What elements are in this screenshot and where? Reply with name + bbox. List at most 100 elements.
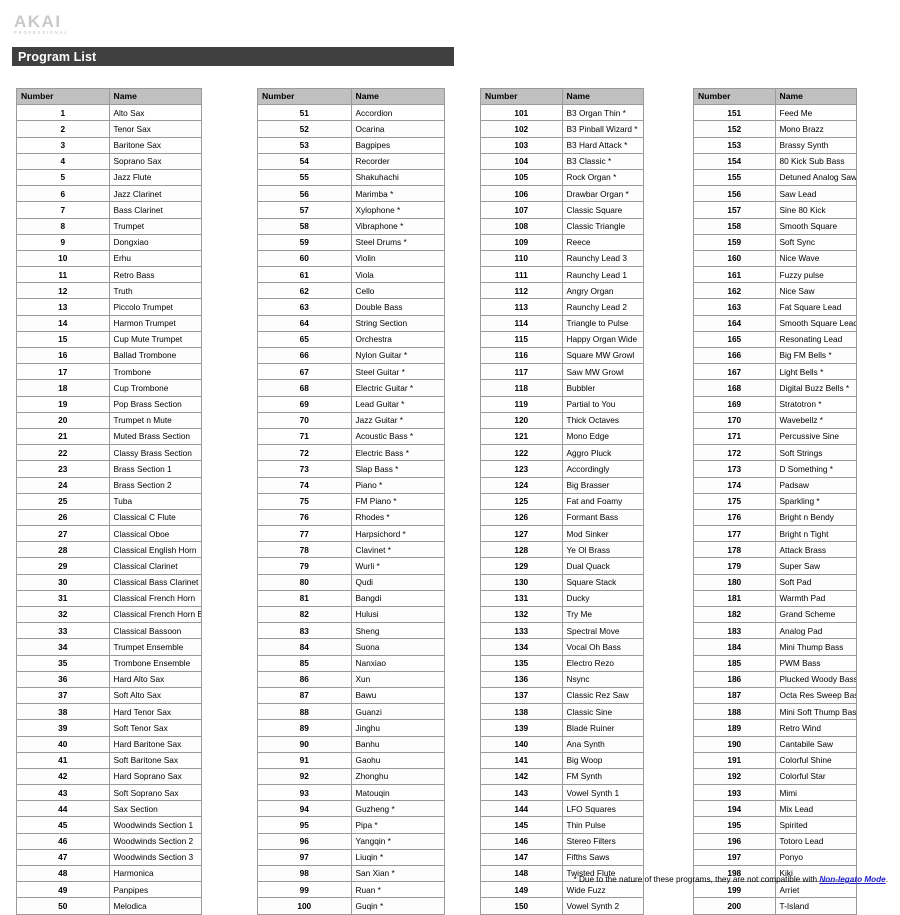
- program-number: 155: [693, 168, 776, 187]
- table-row: 22 Classy Brass Section: [16, 444, 202, 462]
- program-number: 133: [480, 622, 563, 640]
- table-row: 54 Recorder: [257, 152, 445, 170]
- table-body: 51 Accordion 52 Ocarina 53 Bagpipes 54 Recorder…: [257, 104, 445, 915]
- program-name: LFO Squares: [561, 800, 644, 818]
- program-name: Recorder: [350, 152, 445, 170]
- program-name: Guqin *: [350, 897, 445, 915]
- table-row: 19 Pop Brass Section: [16, 395, 202, 413]
- program-number: 100: [257, 897, 352, 915]
- table-row: 51 Accordion: [257, 104, 445, 122]
- program-number: 123: [480, 460, 563, 478]
- table-row: 165 Resonating Lead: [693, 330, 857, 349]
- program-number: 131: [480, 589, 563, 608]
- table-row: 136 Nsync: [480, 670, 644, 688]
- table-row: 11 Retro Bass: [16, 266, 202, 284]
- program-name: FM Synth: [561, 767, 644, 786]
- program-number: 102: [480, 120, 563, 138]
- non-legato-mode-link[interactable]: Non-legato Mode: [819, 875, 885, 884]
- program-name: Big Brasser: [561, 476, 644, 494]
- program-name: Mini Soft Thump Bass: [774, 703, 857, 721]
- table-row: 140 Ana Synth: [480, 735, 644, 753]
- program-name: Mono Edge: [561, 427, 644, 446]
- program-number: 59: [257, 233, 352, 251]
- footnote-prefix: * Due to the nature of these programs, t…: [573, 875, 820, 884]
- table-row: 20 Trumpet n Mute: [16, 411, 202, 429]
- program-number: 137: [480, 686, 563, 705]
- program-number: 153: [693, 136, 776, 154]
- program-number: 119: [480, 395, 563, 413]
- table-row: 191 Colorful Shine: [693, 751, 857, 769]
- program-number: 57: [257, 201, 352, 219]
- table-row: 81 Bangdi: [257, 589, 445, 608]
- program-name: Nice Wave: [774, 249, 857, 268]
- table-row: 115 Happy Organ Wide: [480, 330, 644, 349]
- table-row: 141 Big Woop: [480, 751, 644, 769]
- program-number: 199: [693, 881, 776, 899]
- program-name: B3 Organ Thin *: [561, 104, 644, 122]
- program-number: 34: [16, 638, 110, 656]
- table-row: 168 Digital Buzz Bells *: [693, 379, 857, 397]
- program-name: Warmth Pad: [774, 589, 857, 608]
- table-row: 72 Electric Bass *: [257, 444, 445, 462]
- program-name: Stereo Filters: [561, 832, 644, 850]
- table-row: 121 Mono Edge: [480, 427, 644, 446]
- table-row: 27 Classical Oboe: [16, 525, 202, 543]
- table-row: 91 Gaohu: [257, 751, 445, 769]
- program-name: Trombone: [108, 363, 202, 381]
- table-row: 90 Banhu: [257, 735, 445, 753]
- program-name: Try Me: [561, 605, 644, 624]
- table-row: 53 Bagpipes: [257, 136, 445, 154]
- program-name: Electric Bass *: [350, 444, 445, 462]
- program-name: Colorful Shine: [774, 751, 857, 769]
- program-number: 89: [257, 719, 352, 737]
- table-row: 146 Stereo Filters: [480, 832, 644, 850]
- program-name: T-Island: [774, 897, 857, 915]
- program-number: 118: [480, 379, 563, 397]
- program-name: Smooth Square Lead: [774, 314, 857, 332]
- table-row: 79 Wurli *: [257, 557, 445, 575]
- program-name: Retro Bass: [108, 266, 202, 284]
- program-name: Spirited: [774, 816, 857, 834]
- table-row: 83 Sheng: [257, 622, 445, 640]
- program-name: Mini Thump Bass: [774, 638, 857, 656]
- program-name: Ye Ol Brass: [561, 541, 644, 559]
- table-row: 167 Light Bells *: [693, 363, 857, 381]
- brand-tagline: PROFESSIONAL: [14, 30, 69, 35]
- program-name: Accordingly: [561, 460, 644, 478]
- table-row: 45 Woodwinds Section 1: [16, 816, 202, 834]
- program-number: 163: [693, 298, 776, 316]
- table-row: 183 Analog Pad: [693, 622, 857, 640]
- program-name: Jazz Flute: [108, 168, 202, 187]
- table-row: 158 Smooth Square: [693, 217, 857, 235]
- program-number: 94: [257, 800, 352, 818]
- program-name: Bawu: [350, 686, 445, 705]
- program-name: Nylon Guitar *: [350, 346, 445, 365]
- column-header-name: Name: [561, 87, 644, 106]
- program-name: Truth: [108, 282, 202, 300]
- program-name: FM Piano *: [350, 492, 445, 510]
- table-row: 113 Raunchy Lead 2: [480, 298, 644, 316]
- program-name: Liuqin *: [350, 848, 445, 867]
- table-row: 111 Raunchy Lead 1: [480, 266, 644, 284]
- program-number: 69: [257, 395, 352, 413]
- table-row: 55 Shakuhachi: [257, 168, 445, 187]
- program-name: Electric Guitar *: [350, 379, 445, 397]
- program-number: 65: [257, 330, 352, 349]
- table-row: 38 Hard Tenor Sax: [16, 703, 202, 721]
- table-row: 43 Soft Soprano Sax: [16, 784, 202, 802]
- table-row: 181 Warmth Pad: [693, 589, 857, 608]
- program-name: Melodica: [108, 897, 202, 915]
- program-name: Nanxiao: [350, 654, 445, 672]
- program-name: Percussive Sine: [774, 427, 857, 446]
- program-name: Cup Mute Trumpet: [108, 330, 202, 349]
- program-name: Clavinet *: [350, 541, 445, 559]
- program-number: 60: [257, 249, 352, 268]
- program-name: Light Bells *: [774, 363, 857, 381]
- program-name: Steel Drums *: [350, 233, 445, 251]
- table-row: 129 Dual Quack: [480, 557, 644, 575]
- program-name: Ocarina: [350, 120, 445, 138]
- table-row: 59 Steel Drums *: [257, 233, 445, 251]
- table-row: 157 Sine 80 Kick: [693, 201, 857, 219]
- program-number: 27: [16, 525, 110, 543]
- table-row: 28 Classical English Horn: [16, 541, 202, 559]
